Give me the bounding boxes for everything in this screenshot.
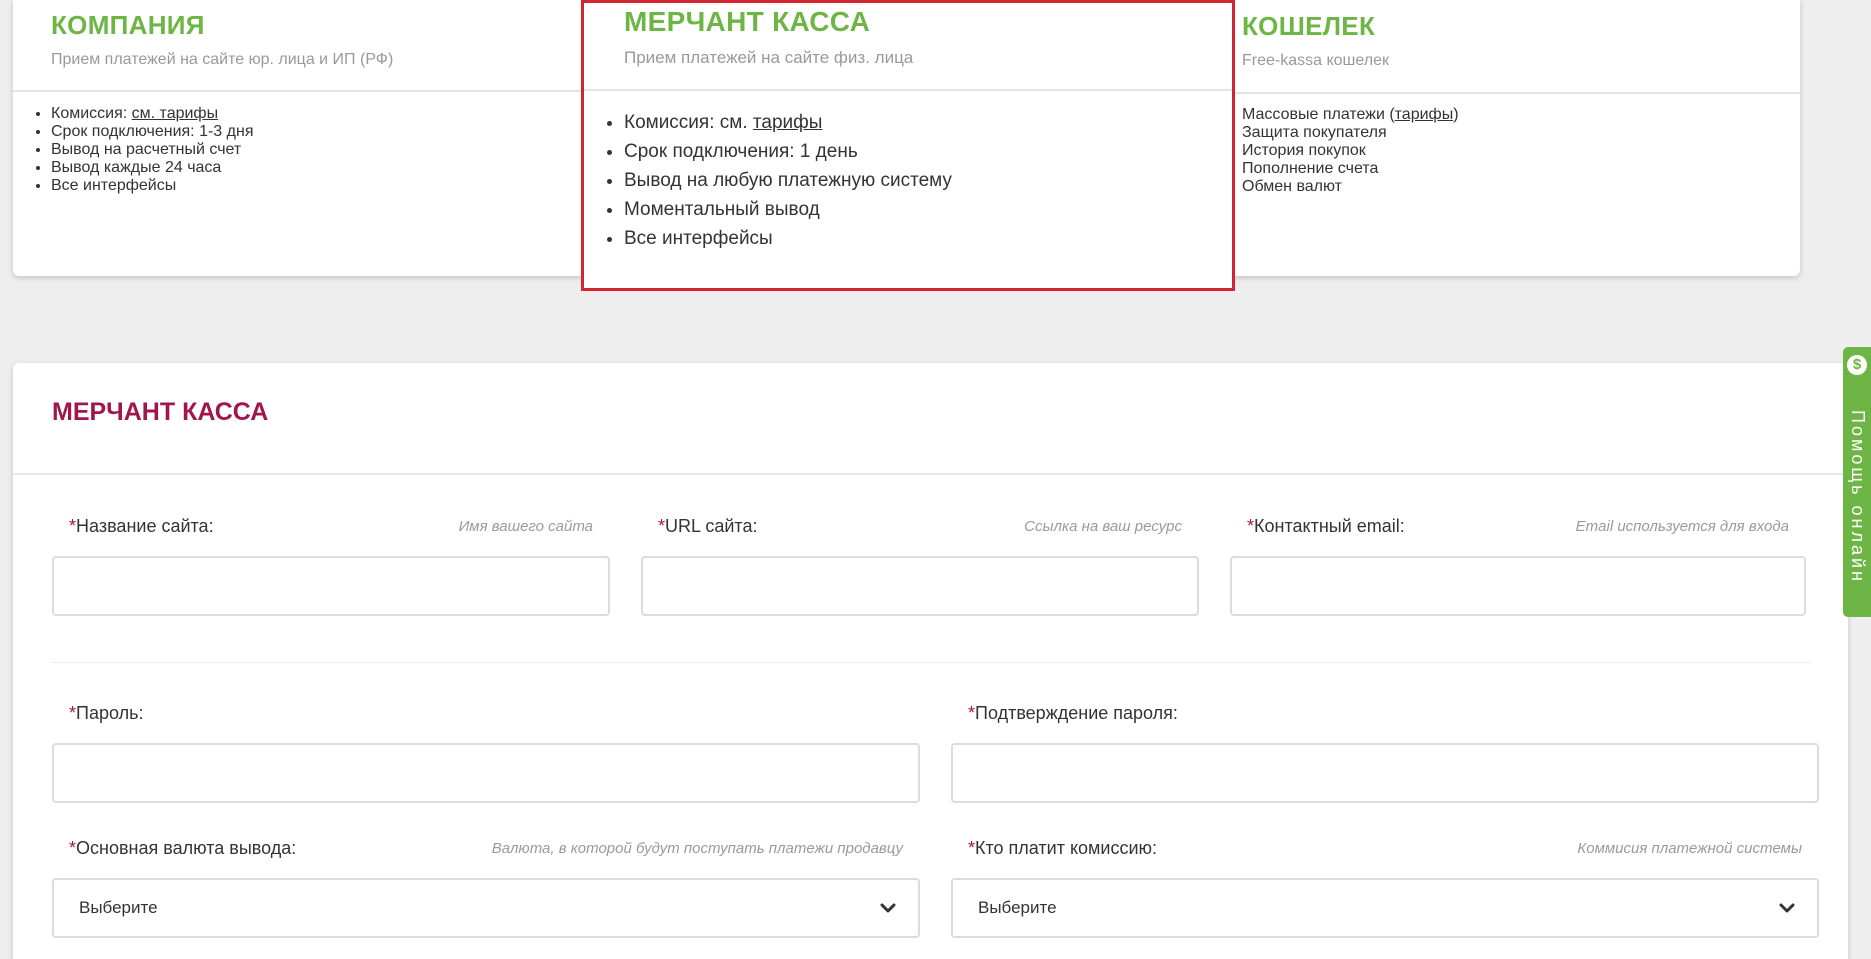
- password-confirm-input[interactable]: [951, 743, 1819, 803]
- tariff-feature: Все интерфейсы: [624, 224, 952, 253]
- password-label: *Пароль:: [69, 703, 143, 724]
- tariff-header: МЕРЧАНТ КАССА Прием платежей на сайте фи…: [624, 6, 913, 68]
- commission-payer-field: *Кто платит комиссию: Коммисия платежной…: [951, 838, 1819, 938]
- help-online-label: Помощь онлайн: [1848, 410, 1868, 584]
- currency-field: *Основная валюта вывода: Валюта, в котор…: [52, 838, 920, 938]
- password-field: *Пароль:: [52, 703, 920, 803]
- tariff-card-wallet[interactable]: КОШЕЛЕК Free-kassa кошелек: [1242, 11, 1782, 70]
- label-text: Основная валюта вывода:: [76, 838, 297, 858]
- label-text: Пароль:: [76, 703, 144, 723]
- currency-label: *Основная валюта вывода:: [69, 838, 296, 859]
- tariff-title: МЕРЧАНТ КАССА: [624, 6, 871, 37]
- required-mark: *: [658, 516, 666, 536]
- required-mark: *: [69, 838, 77, 858]
- site-name-hint: Имя вашего сайта: [458, 518, 593, 535]
- password-confirm-field: *Подтверждение пароля:: [951, 703, 1819, 803]
- required-mark: *: [968, 838, 976, 858]
- commission-payer-label: *Кто платит комиссию:: [968, 838, 1157, 859]
- required-mark: *: [1247, 516, 1255, 536]
- dollar-icon: $: [1847, 355, 1867, 375]
- select-value: Выберите: [79, 898, 158, 917]
- select-value: Выберите: [978, 898, 1057, 917]
- commission-label: Комиссия:: [51, 105, 132, 122]
- label-text: Подтверждение пароля:: [975, 703, 1178, 723]
- mass-payments-label: Массовые платежи (: [1242, 106, 1395, 123]
- registration-form: МЕРЧАНТ КАССА *Название сайта: Имя вашег…: [13, 363, 1848, 959]
- tariffs-link[interactable]: см. тарифы: [132, 105, 218, 122]
- chevron-down-icon: [880, 903, 896, 913]
- email-hint: Email используется для входа: [1575, 518, 1789, 535]
- tariff-feature-commission: Комиссия: см. тарифы: [624, 108, 952, 137]
- tariff-features-company: Комиссия: см. тарифы Срок подключения: 1…: [51, 105, 253, 195]
- email-input[interactable]: [1230, 556, 1806, 616]
- help-online-tab[interactable]: $ Помощь онлайн: [1843, 347, 1871, 617]
- tariff-feature: Пополнение счета: [1242, 160, 1459, 178]
- tariffs-link[interactable]: тарифы: [1395, 106, 1454, 123]
- tariff-subtitle: Прием платежей на сайте физ. лица: [624, 48, 914, 67]
- tariff-feature: Все интерфейсы: [51, 177, 253, 195]
- tariff-feature: Защита покупателя: [1242, 124, 1459, 142]
- tariff-feature: Вывод каждые 24 часа: [51, 159, 253, 177]
- label-text: Кто платит комиссию:: [975, 838, 1158, 858]
- site-url-hint: Ссылка на ваш ресурс: [1024, 518, 1182, 535]
- form-divider: [51, 662, 1810, 663]
- tariff-feature: Вывод на любую платежную систему: [624, 166, 952, 195]
- commission-payer-hint: Коммисия платежной системы: [1577, 840, 1802, 857]
- tariff-feature-commission: Комиссия: см. тарифы: [51, 105, 253, 123]
- tariff-feature: История покупок: [1242, 142, 1459, 160]
- tariff-feature: Обмен валют: [1242, 178, 1459, 196]
- tariffs-link[interactable]: тарифы: [753, 112, 823, 133]
- chevron-down-icon: [1779, 903, 1795, 913]
- required-mark: *: [968, 703, 976, 723]
- site-name-input[interactable]: [52, 556, 610, 616]
- form-divider: [13, 473, 1848, 475]
- currency-hint: Валюта, в которой будут поступать платеж…: [491, 840, 903, 857]
- tariff-features-merchant: Комиссия: см. тарифы Срок подключения: 1…: [624, 108, 952, 253]
- required-mark: *: [69, 703, 77, 723]
- email-label: *Контактный email:: [1247, 516, 1405, 537]
- tariff-feature: Вывод на расчетный счет: [51, 141, 253, 159]
- tariff-title: КОШЕЛЕК: [1242, 11, 1376, 41]
- password-input[interactable]: [52, 743, 920, 803]
- commission-payer-select[interactable]: Выберите: [951, 878, 1819, 938]
- tariff-feature-mass-payments: Массовые платежи (тарифы): [1242, 106, 1459, 124]
- commission-label: Комиссия: см.: [624, 112, 753, 133]
- tariff-divider: [13, 90, 583, 92]
- site-name-field: *Название сайта: Имя вашего сайта: [52, 516, 610, 616]
- mass-payments-suffix: ): [1453, 106, 1459, 123]
- tariff-features-wallet: Массовые платежи (тарифы) Защита покупат…: [1242, 106, 1459, 196]
- required-mark: *: [69, 516, 77, 536]
- email-field: *Контактный email: Email используется дл…: [1230, 516, 1806, 616]
- label-text: Название сайта:: [76, 516, 214, 536]
- tariff-subtitle: Прием платежей на сайте юр. лица и ИП (Р…: [51, 51, 394, 68]
- form-title: МЕРЧАНТ КАССА: [52, 398, 269, 426]
- password-confirm-label: *Подтверждение пароля:: [968, 703, 1178, 724]
- tariff-divider: [1228, 92, 1800, 94]
- label-text: Контактный email:: [1254, 516, 1405, 536]
- tariff-feature: Срок подключения: 1 день: [624, 137, 952, 166]
- site-name-label: *Название сайта:: [69, 516, 214, 537]
- tariff-card-company[interactable]: КОМПАНИЯ Прием платежей на сайте юр. лиц…: [51, 10, 591, 69]
- tariff-feature: Срок подключения: 1-3 дня: [51, 123, 253, 141]
- tariff-title: КОМПАНИЯ: [51, 10, 205, 40]
- site-url-field: *URL сайта: Ссылка на ваш ресурс: [641, 516, 1199, 616]
- site-url-label: *URL сайта:: [658, 516, 757, 537]
- label-text: URL сайта:: [665, 516, 758, 536]
- tariff-card-merchant-selected[interactable]: МЕРЧАНТ КАССА Прием платежей на сайте фи…: [581, 0, 1235, 291]
- tariff-subtitle: Free-kassa кошелек: [1242, 52, 1389, 69]
- tariff-divider: [584, 89, 1232, 91]
- tariff-feature: Моментальный вывод: [624, 195, 952, 224]
- currency-select[interactable]: Выберите: [52, 878, 920, 938]
- site-url-input[interactable]: [641, 556, 1199, 616]
